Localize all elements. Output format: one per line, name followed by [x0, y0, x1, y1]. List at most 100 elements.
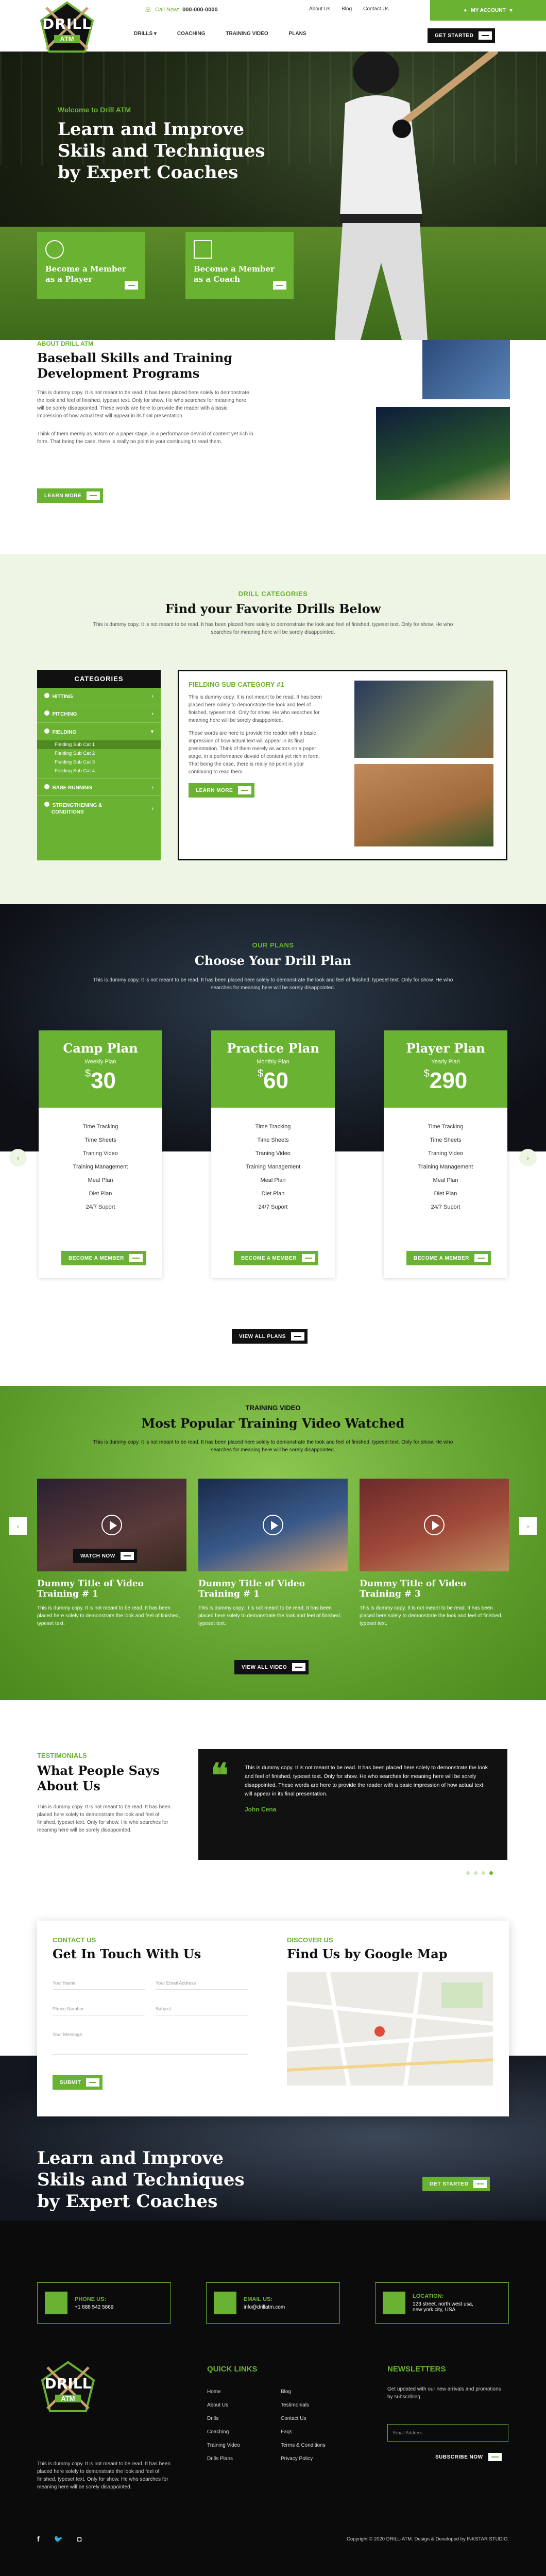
footer-logo[interactable]: DRILL ATM	[37, 2360, 99, 2416]
footer-link[interactable]: Faqs	[281, 2426, 326, 2439]
video-thumbnail[interactable]: WATCH NOW	[37, 1479, 186, 1571]
video-thumbnail[interactable]	[360, 1479, 509, 1571]
footer-phone-number[interactable]: +1 888 542 5869	[75, 2304, 113, 2310]
newsletter-text: Get updated with our new arrivals and pr…	[387, 2386, 501, 2400]
phone-icon: ☏	[144, 6, 152, 13]
plan-become-member-button[interactable]: BECOME A MEMBER	[61, 1251, 146, 1265]
sub-category-item[interactable]: Fielding Sub Cat 3	[37, 758, 161, 767]
topbar-link-contact[interactable]: Contact Us	[363, 6, 388, 12]
plans-tag: OUR PLANS	[252, 941, 294, 949]
instagram-icon[interactable]: ◘	[77, 2535, 81, 2544]
testimonial-pager	[466, 1871, 493, 1875]
play-icon[interactable]	[101, 1515, 122, 1535]
video-card-2[interactable]: Dummy Title of Video Training # 1 This is…	[198, 1479, 348, 1628]
drills-tag: DRILL CATEGORIES	[238, 590, 308, 598]
plan-become-member-button[interactable]: BECOME A MEMBER	[406, 1251, 491, 1265]
category-fielding[interactable]: FIELDING ▾	[37, 723, 161, 740]
banner-title: Learn and Improve Skils and Techniques by …	[37, 2148, 245, 2212]
topbar-link-about[interactable]: About Us	[309, 6, 330, 12]
banner-get-started-button[interactable]: GET STARTED	[422, 2177, 490, 2191]
plan-price: 60	[263, 1068, 289, 1093]
arrow-icon	[125, 281, 138, 290]
arrow-icon	[474, 1254, 488, 1262]
coach-icon	[194, 240, 212, 259]
video-card-1[interactable]: WATCH NOW Dummy Title of Video Training #…	[37, 1479, 186, 1628]
footer-email-address[interactable]: info@drillatm.com	[244, 2304, 285, 2310]
play-icon[interactable]	[424, 1515, 445, 1535]
quick-links-col-1: Home About Us Drills Coaching Training V…	[207, 2385, 240, 2466]
footer-link[interactable]: Coaching	[207, 2426, 240, 2439]
footer-link[interactable]: About Us	[207, 2399, 240, 2412]
video-thumbnail[interactable]	[198, 1479, 348, 1571]
name-field[interactable]: Your Name	[53, 1972, 145, 1990]
plans-next-arrow[interactable]: ›	[519, 1149, 537, 1166]
call-number[interactable]: 000-000-0000	[182, 7, 218, 13]
drills-learn-more-button[interactable]: LEARN MORE	[189, 783, 255, 798]
get-started-button[interactable]: GET STARTED	[428, 28, 496, 43]
nav-training-video[interactable]: TRAINING VIDEO	[226, 31, 268, 37]
footer-link[interactable]: Contact Us	[281, 2412, 326, 2426]
twitter-icon[interactable]: 🐦	[54, 2535, 63, 2544]
footer-link[interactable]: Terms & Conditions	[281, 2439, 326, 2452]
logo[interactable]: DRILL ATM	[36, 0, 98, 57]
plans-prev-arrow[interactable]: ‹	[9, 1149, 27, 1166]
pager-dot[interactable]	[466, 1871, 470, 1875]
topbar-link-blog[interactable]: Blog	[342, 6, 352, 12]
video-card-3[interactable]: Dummy Title of Video Training # 3 This is…	[360, 1479, 509, 1628]
hero-welcome: Welcome to Drill ATM	[58, 106, 131, 114]
contact-card: CONTACT US Get In Touch With Us Your Nam…	[37, 1921, 509, 2116]
nav-coaching[interactable]: COACHING	[177, 31, 205, 37]
plan-become-member-button[interactable]: BECOME A MEMBER	[234, 1251, 318, 1265]
subject-field[interactable]: Subject	[156, 1998, 248, 2015]
plan-feature: Diet Plan	[89, 1191, 112, 1197]
footer-link[interactable]: Drills Plans	[207, 2452, 240, 2466]
sub-category-paragraph-1: This is dummy copy. It is not meant to b…	[189, 694, 322, 723]
videos-prev-arrow[interactable]: ‹	[9, 1517, 27, 1535]
footer-link[interactable]: Privacy Policy	[281, 2452, 326, 2466]
sub-category-item[interactable]: Fielding Sub Cat 1	[37, 740, 161, 749]
become-coach-card[interactable]: Become a Member as a Coach	[185, 232, 294, 299]
footer-link[interactable]: Blog	[281, 2385, 326, 2399]
arrow-icon	[291, 1332, 304, 1341]
nav-plans[interactable]: PLANS	[289, 31, 306, 37]
newsletter-email-input[interactable]: Email Address	[387, 2424, 508, 2442]
footer-link[interactable]: Drills	[207, 2412, 240, 2426]
play-icon[interactable]	[263, 1515, 283, 1535]
google-map[interactable]	[287, 1972, 493, 2086]
subscribe-button[interactable]: SUBSCRIBE NOW	[430, 2450, 505, 2464]
plan-period: Yearly Plan	[431, 1059, 460, 1065]
footer-link[interactable]: Training Video	[207, 2439, 240, 2452]
pager-dot[interactable]	[482, 1871, 485, 1875]
plan-feature: Time Tracking	[428, 1124, 464, 1130]
view-all-plans-button[interactable]: VIEW ALL PLANS	[232, 1329, 308, 1344]
footer-link[interactable]: Testimonials	[281, 2399, 326, 2412]
category-hitting[interactable]: HITTING ›	[37, 688, 161, 705]
email-field[interactable]: Your Email Address	[156, 1972, 248, 1990]
plan-feature: Traning Video	[428, 1150, 463, 1157]
my-account-button[interactable]: ● MY ACCOUNT ▾	[430, 0, 546, 21]
plan-name: Camp Plan	[63, 1041, 138, 1056]
facebook-icon[interactable]: f	[37, 2535, 40, 2544]
sub-category-item[interactable]: Fielding Sub Cat 2	[37, 749, 161, 758]
message-field[interactable]: Your Message	[53, 2024, 248, 2055]
pager-dot-active[interactable]	[489, 1871, 493, 1875]
watch-now-button[interactable]: WATCH NOW	[73, 1549, 137, 1563]
phone-field[interactable]: Phone Number	[53, 1998, 145, 2015]
footer-link[interactable]: Home	[207, 2385, 240, 2399]
become-player-card[interactable]: Become a Member as a Player	[37, 232, 145, 299]
category-base-running[interactable]: BASE RUNNING ›	[37, 778, 161, 796]
about-learn-more-button[interactable]: LEARN MORE	[37, 488, 104, 503]
view-all-video-button[interactable]: VIEW ALL VIDEO	[234, 1660, 309, 1674]
plan-feature: Time Tracking	[255, 1124, 291, 1130]
pager-dot[interactable]	[474, 1871, 477, 1875]
category-strengthening[interactable]: STRENGTHENING & CONDITIONS ›	[37, 796, 161, 821]
sub-category-item[interactable]: Fielding Sub Cat 4	[37, 767, 161, 775]
submit-button[interactable]: SUBMIT	[53, 2075, 103, 2090]
category-pitching[interactable]: PITCHING ›	[37, 705, 161, 723]
videos-next-arrow[interactable]: ›	[519, 1517, 537, 1535]
user-icon: ●	[464, 7, 467, 13]
nav-drills[interactable]: DRILLS ▾	[134, 31, 157, 37]
contact-title: Get In Touch With Us	[53, 1946, 201, 1961]
plan-feature: Training Management	[73, 1164, 128, 1170]
plan-period: Monthly Plan	[257, 1059, 289, 1065]
